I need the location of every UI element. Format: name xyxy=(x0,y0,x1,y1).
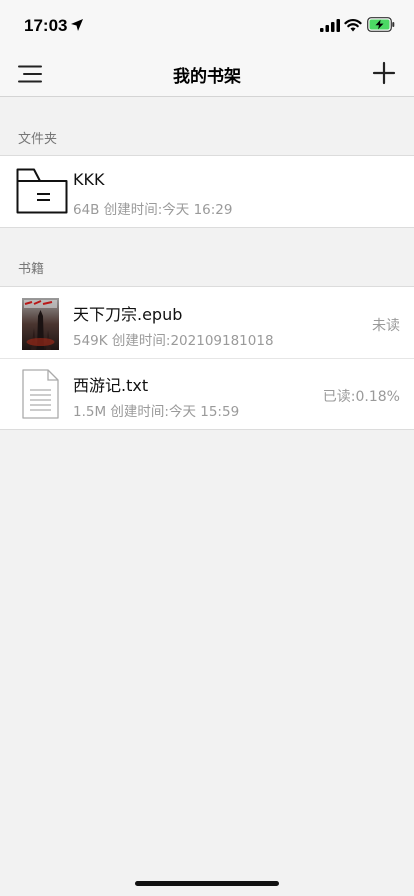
location-arrow-icon xyxy=(71,19,83,31)
bookshelf-screen: 17:03 我的书架 文件夹 KKK 64B 创建时间:今天 16:29 书籍 … xyxy=(0,0,414,896)
status-time: 17:03 xyxy=(24,16,68,35)
book-cover xyxy=(22,298,59,350)
plus-icon[interactable] xyxy=(372,61,396,85)
status-bar: 17:03 xyxy=(0,0,414,50)
home-indicator[interactable] xyxy=(135,881,279,886)
folder-row[interactable]: KKK 64B 创建时间:今天 16:29 xyxy=(0,156,414,227)
book-name: 天下刀宗.epub xyxy=(73,305,183,324)
signal-icon xyxy=(320,19,340,32)
folder-name: KKK xyxy=(73,170,105,189)
book-info: 549K 创建时间:202109181018 xyxy=(73,333,274,349)
book-list: 天下刀宗.epub 549K 创建时间:202109181018 未读 西游记.… xyxy=(0,286,414,430)
navigation-bar: 我的书架 xyxy=(0,50,414,97)
page-title: 我的书架 xyxy=(173,67,241,87)
section-header-folders: 文件夹 xyxy=(18,132,58,147)
read-status: 已读:0.18% xyxy=(322,389,400,405)
folder-info: 64B 创建时间:今天 16:29 xyxy=(73,202,233,218)
battery-charging-icon xyxy=(367,17,395,32)
book-row[interactable]: 天下刀宗.epub 549K 创建时间:202109181018 未读 xyxy=(0,287,414,358)
book-row[interactable]: 西游记.txt 1.5M 创建时间:今天 15:59 已读:0.18% xyxy=(0,358,414,429)
section-header-books: 书籍 xyxy=(18,262,45,277)
folder-list: KKK 64B 创建时间:今天 16:29 xyxy=(0,155,414,228)
read-status: 未读 xyxy=(372,318,400,334)
text-file-icon xyxy=(22,369,59,419)
wifi-icon xyxy=(344,19,362,32)
book-info: 1.5M 创建时间:今天 15:59 xyxy=(73,404,240,420)
folder-icon xyxy=(16,168,68,214)
book-name: 西游记.txt xyxy=(73,376,149,395)
